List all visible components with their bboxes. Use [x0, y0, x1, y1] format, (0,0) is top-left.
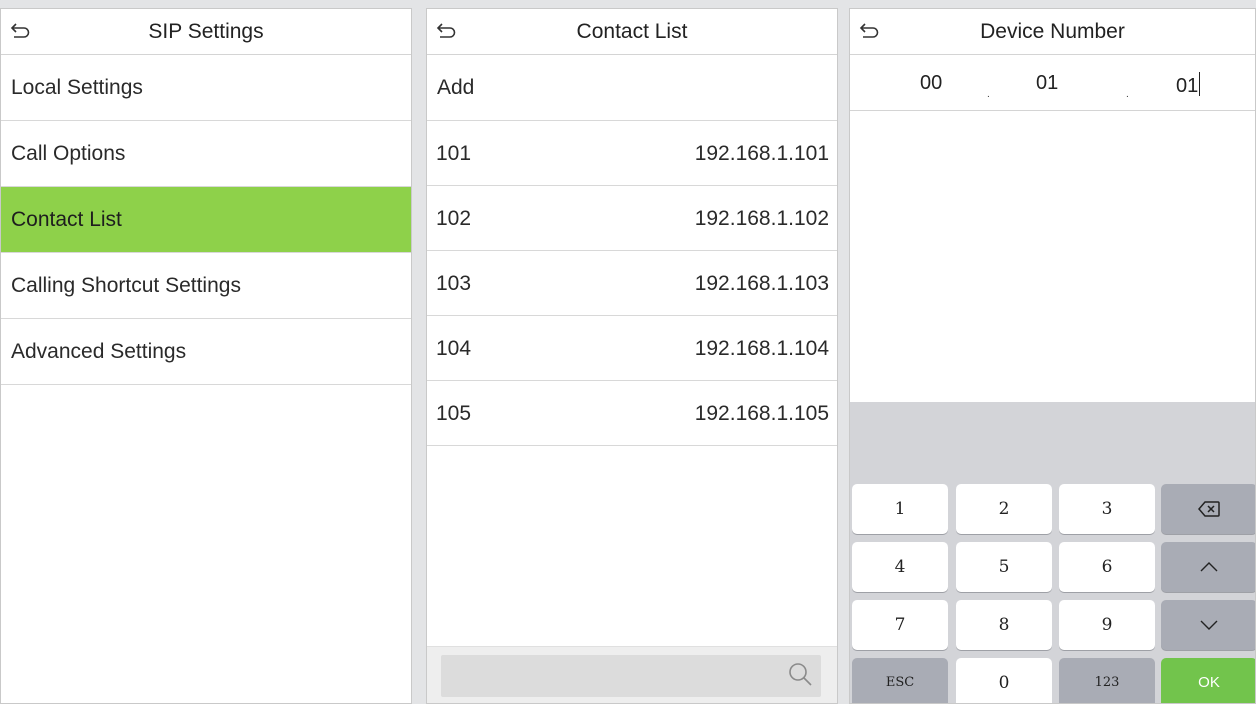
- backspace-icon: [1198, 501, 1220, 517]
- menu-item-calling-shortcut-settings[interactable]: Calling Shortcut Settings: [1, 253, 411, 319]
- contact-number: 104: [436, 337, 472, 360]
- contact-row[interactable]: 102 192.168.1.102: [427, 186, 837, 251]
- header: Device Number: [850, 9, 1255, 55]
- backspace-key[interactable]: [1161, 484, 1255, 534]
- esc-key[interactable]: ESC: [852, 658, 948, 703]
- chevron-down-icon: [1200, 620, 1218, 630]
- contact-ip: 192.168.1.105: [694, 402, 829, 425]
- key-1[interactable]: 1: [852, 484, 948, 534]
- text-cursor: [1199, 72, 1201, 96]
- contact-number: 103: [436, 272, 472, 295]
- key-7[interactable]: 7: [852, 600, 948, 650]
- page-title: Device Number: [980, 20, 1125, 43]
- key-2[interactable]: 2: [956, 484, 1052, 534]
- key-9[interactable]: 9: [1059, 600, 1155, 650]
- contact-ip: 192.168.1.101: [694, 142, 829, 165]
- contact-ip: 192.168.1.102: [694, 207, 829, 230]
- back-icon[interactable]: [435, 21, 457, 41]
- page-title: Contact List: [576, 20, 688, 43]
- separator: .: [987, 89, 990, 100]
- key-5[interactable]: 5: [956, 542, 1052, 592]
- contact-number: 101: [436, 142, 472, 165]
- menu-item-local-settings[interactable]: Local Settings: [1, 55, 411, 121]
- chevron-up-icon: [1200, 562, 1218, 572]
- key-4[interactable]: 4: [852, 542, 948, 592]
- page-title: SIP Settings: [148, 20, 264, 43]
- key-3[interactable]: 3: [1059, 484, 1155, 534]
- numeric-keyboard: 1 2 3 4 5 6 7 8 9 ESC 0 123 OK: [850, 402, 1255, 703]
- contact-ip: 192.168.1.103: [694, 272, 829, 295]
- down-key[interactable]: [1161, 600, 1255, 650]
- contact-number: 105: [436, 402, 472, 425]
- separator: .: [1126, 89, 1129, 100]
- menu-item-advanced-settings[interactable]: Advanced Settings: [1, 319, 411, 385]
- menu-item-call-options[interactable]: Call Options: [1, 121, 411, 187]
- contact-number: 102: [436, 207, 472, 230]
- key-0[interactable]: 0: [956, 658, 1052, 703]
- back-icon[interactable]: [9, 21, 31, 41]
- key-6[interactable]: 6: [1059, 542, 1155, 592]
- search-icon[interactable]: [787, 661, 813, 687]
- contact-row[interactable]: 101 192.168.1.101: [427, 121, 837, 186]
- device-number-panel: Device Number 00 . 01 . 01 1 2 3 4 5 6 7…: [849, 8, 1256, 704]
- segment-field-active[interactable]: 01: [1176, 72, 1201, 98]
- segment-field[interactable]: 00: [920, 72, 942, 95]
- device-number-input[interactable]: 00 . 01 . 01: [850, 55, 1255, 111]
- search-bar: [427, 646, 837, 703]
- mode-key[interactable]: 123: [1059, 658, 1155, 703]
- contact-row[interactable]: 104 192.168.1.104: [427, 316, 837, 381]
- sip-settings-panel: SIP Settings Local Settings Call Options…: [0, 8, 412, 704]
- contact-row[interactable]: 103 192.168.1.103: [427, 251, 837, 316]
- contact-row[interactable]: 105 192.168.1.105: [427, 381, 837, 446]
- segment-value: 01: [1176, 75, 1199, 97]
- segment-field[interactable]: 01: [1036, 72, 1058, 95]
- back-icon[interactable]: [858, 21, 880, 41]
- header: Contact List: [427, 9, 837, 55]
- contact-ip: 192.168.1.104: [694, 337, 829, 360]
- menu-item-contact-list[interactable]: Contact List: [1, 187, 411, 253]
- add-contact-button[interactable]: Add: [427, 55, 837, 121]
- key-8[interactable]: 8: [956, 600, 1052, 650]
- header: SIP Settings: [1, 9, 411, 55]
- contact-list-panel: Contact List Add 101 192.168.1.101 102 1…: [426, 8, 838, 704]
- search-input[interactable]: [441, 655, 821, 697]
- ok-key[interactable]: OK: [1161, 658, 1255, 703]
- up-key[interactable]: [1161, 542, 1255, 592]
